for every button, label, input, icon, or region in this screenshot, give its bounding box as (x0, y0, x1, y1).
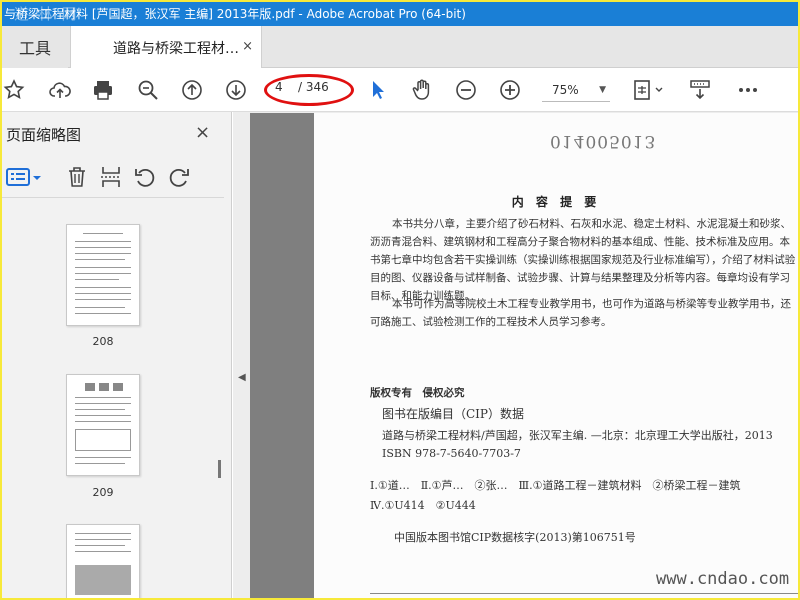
hand-icon[interactable] (410, 78, 434, 102)
summary-paragraph-2: 本书可作为高等院校土木工程专业教学用书，也可作为道路与桥梁等专业教学用书，还可路… (370, 298, 791, 328)
close-icon[interactable]: × (195, 122, 210, 143)
trash-icon[interactable] (64, 164, 90, 190)
cip-line-1: 道路与桥梁工程材料/芦国超，张汉军主编. —北京：北京理工大学出版社，2013 (382, 429, 773, 442)
zoom-search-icon[interactable] (136, 78, 160, 102)
title-bar: 与桥梁工程材料 [芦国超，张汉军 主编] 2013年版.pdf - Adobe … (2, 2, 798, 26)
page-code: 014005013 (550, 131, 657, 151)
thumbnail-options-icon[interactable] (4, 164, 44, 190)
page-thumbnail[interactable] (66, 374, 140, 476)
insert-page-icon[interactable] (98, 164, 124, 190)
page-thumbnail[interactable] (66, 224, 140, 326)
page-heading: 内 容 提 要 (511, 195, 601, 209)
page-down-icon[interactable] (224, 78, 248, 102)
panel-title: 页面缩略图 (6, 126, 82, 144)
thumbnail-label: 208 (92, 335, 114, 348)
app-window: 与桥梁工程材料 [芦国超，张汉军 主编] 2013年版.pdf - Adobe … (2, 2, 798, 598)
tab-document-label: 道路与桥梁工程材… (113, 40, 239, 57)
cip-line-3: Ⅰ.①道… Ⅱ.①芦… ②张… Ⅲ.①道路工程－建筑材料 ②桥梁工程－建筑 (370, 479, 741, 492)
rotate-left-icon[interactable] (132, 164, 158, 190)
cip-isbn: ISBN 978-7-5640-7703-7 (382, 447, 521, 460)
chevron-down-icon: ▼ (599, 85, 606, 95)
cip-footer: 中国版本图书馆CIP数据核字(2013)第106751号 (394, 531, 636, 544)
print-icon[interactable] (91, 78, 115, 102)
tab-document[interactable]: 道路与桥梁工程材… × (70, 26, 262, 69)
page-thumbnail[interactable] (66, 524, 140, 598)
cloud-upload-icon[interactable] (48, 78, 72, 102)
thumbnail-label: 209 (92, 486, 114, 499)
zoom-level-select[interactable]: 75% ▼ (542, 78, 610, 102)
zoom-out-icon[interactable] (454, 78, 478, 102)
scan-margin (250, 113, 314, 598)
page-up-icon[interactable] (180, 78, 204, 102)
cip-line-4: Ⅳ.①U414 ②U444 (370, 499, 476, 512)
star-icon[interactable] (2, 78, 26, 102)
thumbnail-toolbar (2, 158, 224, 198)
rights-line: 版权专有 侵权必究 (370, 387, 465, 399)
pdf-page: 014005013 内 容 提 要 本书共分八章，主要介绍了砂石材料、石灰和水泥… (314, 113, 798, 598)
site-watermark: www.cndao.com (656, 569, 790, 589)
thumbnail-scrollbar[interactable] (218, 460, 221, 478)
fit-page-icon[interactable] (632, 78, 668, 102)
tab-bar: 工具 道路与桥梁工程材… × (2, 26, 798, 69)
thumbnail-panel: 页面缩略图 × 208 209 (2, 112, 232, 598)
more-icon[interactable] (736, 78, 760, 102)
site-watermark-logo: 道 林 网 (14, 5, 79, 23)
keyboard-scroll-icon[interactable] (688, 78, 712, 102)
zoom-level-value: 75% (552, 83, 579, 97)
tab-tools[interactable]: 工具 (2, 26, 68, 68)
select-arrow-icon[interactable] (366, 78, 390, 102)
cip-title: 图书在版编目（CIP）数据 (382, 407, 524, 421)
thumbnail-list: 208 209 (2, 202, 220, 598)
page-rule (370, 593, 798, 594)
main-toolbar: 4 / 346 75% ▼ (2, 68, 798, 112)
summary-paragraph-1: 本书共分八章，主要介绍了砂石材料、石灰和水泥、稳定土材料、水泥混凝土和砂浆、沥沥… (370, 218, 796, 302)
rotate-right-icon[interactable] (166, 164, 192, 190)
red-highlight-oval (264, 74, 354, 106)
close-icon[interactable]: × (242, 39, 253, 54)
collapse-panel-icon[interactable]: ◀ (238, 372, 246, 383)
zoom-in-icon[interactable] (498, 78, 522, 102)
